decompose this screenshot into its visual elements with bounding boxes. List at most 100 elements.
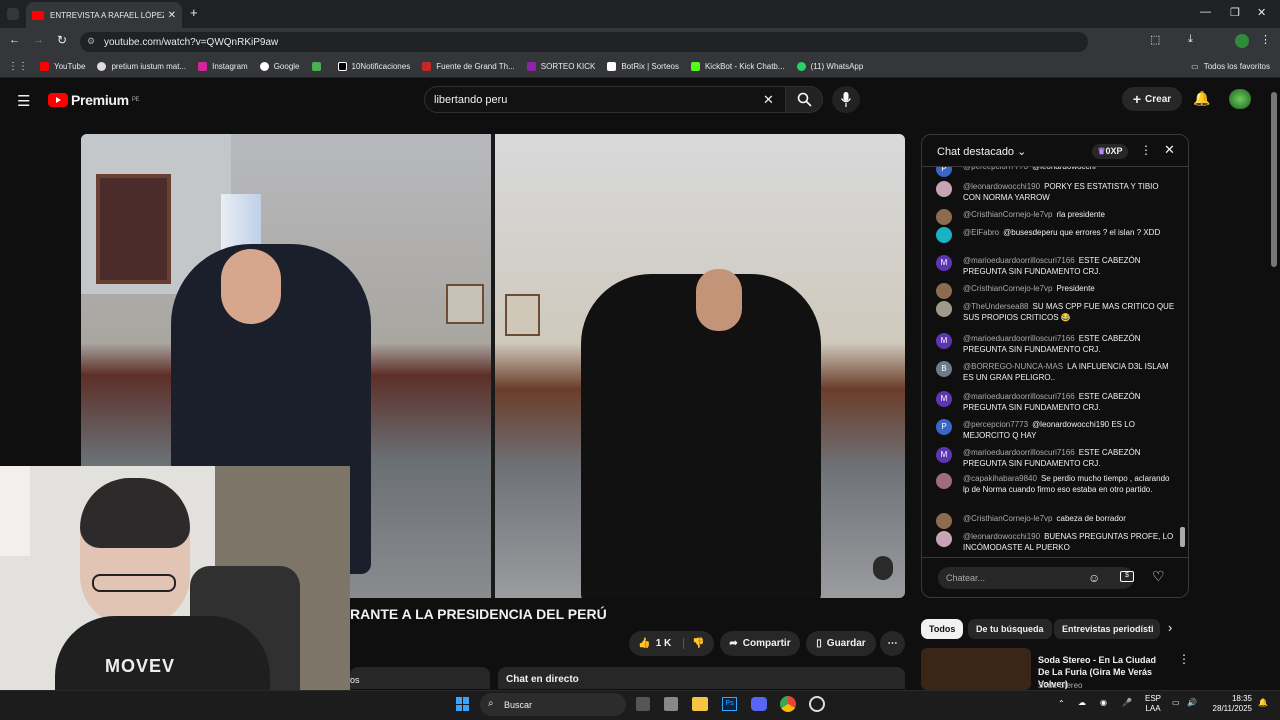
chat-avatar[interactable] <box>936 209 952 225</box>
chat-username[interactable]: @CristhianCornejo-le7vp <box>963 284 1053 293</box>
network-icon[interactable]: ▭ <box>1172 698 1180 707</box>
photoshop-icon[interactable]: Ps <box>722 697 737 711</box>
chat-avatar[interactable] <box>936 531 952 547</box>
chrome-icon[interactable] <box>780 696 796 712</box>
chat-username[interactable]: @capakihabara9840 <box>963 474 1037 483</box>
chat-avatar[interactable] <box>936 301 952 317</box>
like-icon[interactable]: 👍 <box>638 638 650 649</box>
site-info-icon[interactable]: ⚙ <box>87 36 95 47</box>
bookmark-sorteo-kick[interactable]: SORTEO KICK <box>526 62 595 71</box>
new-tab-button[interactable]: + <box>190 5 198 20</box>
minimize-icon[interactable]: — <box>1200 6 1211 18</box>
bookmark-kickbot[interactable]: KickBot - Kick Chatb... <box>690 62 785 71</box>
emoji-icon[interactable]: ☺ <box>1088 571 1100 585</box>
chip-from-search[interactable]: De tu búsqueda <box>968 619 1052 639</box>
recommended-menu-icon[interactable]: ⋮ <box>1178 652 1190 666</box>
bookmark-google[interactable]: Google <box>259 62 300 71</box>
dislike-icon[interactable]: 👎 <box>683 638 705 649</box>
recommended-thumbnail[interactable] <box>921 648 1031 690</box>
chat-username[interactable]: @leonardowocchi190 <box>963 532 1040 541</box>
chat-username[interactable]: @TheUndersea88 <box>963 302 1029 311</box>
recommended-channel[interactable]: Soda Stereo <box>1038 681 1082 690</box>
search-button[interactable] <box>785 86 823 113</box>
apps-icon[interactable]: ⋮⋮ <box>8 61 28 72</box>
chat-username[interactable]: @percepcion7773 <box>963 420 1028 429</box>
live-chat-tab[interactable]: Chat en directo <box>498 667 905 689</box>
chat-input[interactable]: Chatear... <box>938 567 1134 589</box>
youtube-logo[interactable]: Premium PE <box>48 92 140 108</box>
search-input[interactable]: libertando peru ✕ <box>424 86 786 113</box>
task-view-icon[interactable] <box>636 697 650 711</box>
chat-menu-icon[interactable]: ⋮ <box>1140 143 1152 157</box>
chat-scroll-thumb[interactable] <box>1180 527 1185 547</box>
chat-username[interactable]: @marioeduardoorrilloscuri7166 <box>963 392 1075 401</box>
bookmark-extension[interactable] <box>311 62 326 71</box>
tray-app-icon[interactable]: ◉ <box>1100 698 1107 707</box>
taskbar-search[interactable]: ⌕ Buscar <box>480 693 626 716</box>
volume-icon[interactable]: 🔊 <box>1187 698 1197 707</box>
description-tab[interactable]: os <box>350 667 490 689</box>
share-button[interactable]: ➦ Compartir <box>720 631 800 656</box>
chat-avatar[interactable] <box>936 283 952 299</box>
bookmark-pretium[interactable]: pretium iustum mat... <box>97 62 186 71</box>
bookmark-instagram[interactable]: Instagram <box>198 62 248 71</box>
menu-icon[interactable]: ⋮ <box>1260 33 1271 46</box>
like-count[interactable]: 1 K <box>656 638 672 649</box>
heart-icon[interactable]: ♡ <box>1152 568 1165 585</box>
xp-badge[interactable]: ♛0XP <box>1092 144 1128 159</box>
back-icon[interactable]: ← <box>9 34 20 46</box>
recommended-video[interactable]: Soda Stereo - En La Ciudad De La Furia (… <box>921 648 1190 690</box>
chat-username[interactable]: @CristhianCornejo-le7vp <box>963 210 1053 219</box>
language-indicator[interactable]: ESP LAA <box>1145 694 1161 714</box>
chat-username[interactable]: @BORREGO-NUNCA-MAS <box>963 362 1063 371</box>
chat-avatar[interactable] <box>936 181 952 197</box>
onedrive-icon[interactable]: ☁ <box>1078 698 1086 707</box>
chat-avatar[interactable]: M <box>936 447 952 463</box>
save-button[interactable]: ▯ Guardar <box>806 631 876 656</box>
chat-username[interactable]: @CristhianCornejo-le7vp <box>963 514 1053 523</box>
bookmark-whatsapp[interactable]: (11) WhatsApp <box>796 62 863 71</box>
close-chat-icon[interactable]: ✕ <box>1164 142 1175 158</box>
more-actions-button[interactable]: ⋯ <box>880 631 905 656</box>
chat-mode-dropdown[interactable]: Chat destacado ⌄ <box>937 145 1026 158</box>
notifications-bell-icon[interactable]: 🔔 <box>1193 90 1210 107</box>
bookmark-botrix[interactable]: BotRix | Sorteos <box>607 62 679 71</box>
download-icon[interactable]: ⤓ <box>1188 33 1193 46</box>
create-button[interactable]: + Crear <box>1122 87 1182 111</box>
chat-avatar[interactable]: P <box>936 419 952 435</box>
chat-username[interactable]: @ElFabro <box>963 228 999 237</box>
chip-interviews[interactable]: Entrevistas periodísti <box>1054 619 1160 639</box>
tab-search-button[interactable] <box>7 8 19 20</box>
tray-chevron-icon[interactable]: ⌃ <box>1058 699 1065 708</box>
chat-username[interactable]: @marioeduardoorrilloscuri7166 <box>963 448 1075 457</box>
page-scroll-thumb[interactable] <box>1271 92 1277 267</box>
chat-avatar[interactable]: M <box>936 255 952 271</box>
tray-mic-icon[interactable]: 🎤 <box>1122 698 1132 707</box>
windows-start-icon[interactable] <box>456 697 470 711</box>
chip-all[interactable]: Todos <box>921 619 964 639</box>
clock[interactable]: 18:35 28/11/2025 <box>1210 694 1252 714</box>
chat-avatar[interactable]: M <box>936 391 952 407</box>
bookmark-grand-theft[interactable]: Fuente de Grand Th... <box>422 62 515 71</box>
extensions-icon[interactable]: ⬚ <box>1150 33 1160 46</box>
app-icon[interactable] <box>664 697 678 711</box>
chat-avatar[interactable]: M <box>936 333 952 349</box>
browser-tab[interactable]: ENTREVISTA A RAFAEL LÓPEZ AL ✕ <box>26 2 182 28</box>
notification-center-icon[interactable]: 🔔 <box>1258 698 1268 707</box>
bookmark-youtube[interactable]: YouTube <box>40 62 85 71</box>
all-bookmarks[interactable]: ▭ Todos los favoritos <box>1191 62 1270 71</box>
file-explorer-icon[interactable] <box>692 697 708 711</box>
chat-scrollbar[interactable] <box>1180 169 1185 555</box>
chat-avatar[interactable]: B <box>936 361 952 377</box>
address-bar[interactable]: ⚙ youtube.com/watch?v=QWQnRKiP9aw <box>80 32 1088 52</box>
channel-avatar[interactable] <box>1229 89 1251 109</box>
hamburger-menu-icon[interactable]: ☰ <box>17 92 30 110</box>
restore-icon[interactable]: ❐ <box>1230 6 1240 19</box>
app-circle-icon[interactable] <box>809 696 825 712</box>
chat-username[interactable]: @marioeduardoorrilloscuri7166 <box>963 256 1075 265</box>
bookmark-x[interactable]: 10Notificaciones <box>337 62 410 71</box>
chat-username[interactable]: @marioeduardoorrilloscuri7166 <box>963 334 1075 343</box>
chat-avatar[interactable] <box>936 227 952 243</box>
discord-icon[interactable] <box>751 697 767 711</box>
chat-username[interactable]: @leonardowocchi190 <box>963 182 1040 191</box>
